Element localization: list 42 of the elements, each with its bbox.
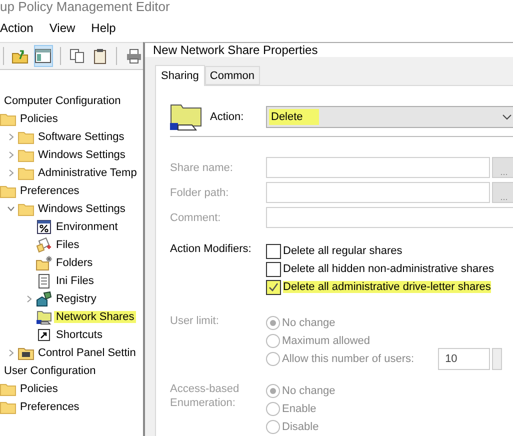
option-label: No change	[282, 385, 336, 397]
option-label: Maximum allowed	[282, 335, 370, 347]
group-label: Access-based Enumeration:	[170, 382, 240, 410]
tree-item[interactable]: Control Panel Settin	[36, 347, 138, 359]
tree-item[interactable]: User Configuration	[2, 365, 98, 377]
menu-item[interactable]: View	[49, 21, 76, 35]
tree-item[interactable]: Software Settings	[36, 131, 126, 143]
option-label: Allow this number of users:	[282, 353, 414, 365]
option-label: Enable	[282, 403, 316, 415]
tree-item[interactable]: Windows Settings	[36, 149, 128, 161]
dialog-title: New Network Share Properties	[153, 43, 318, 57]
window-title: up Policy Management Editor	[0, 0, 170, 14]
tree-item[interactable]: Preferences	[18, 185, 82, 197]
tree-item[interactable]: Windows Settings	[36, 203, 128, 215]
tree-item[interactable]: Files	[54, 239, 82, 251]
tree-item[interactable]: Administrative Temp	[36, 167, 139, 179]
tree-item[interactable]: Shortcuts	[54, 329, 104, 341]
group-label: User limit:	[170, 314, 220, 328]
tree-item[interactable]: Folders	[54, 257, 95, 269]
action-label: Action:	[210, 111, 245, 123]
field-label: Folder path:	[170, 186, 230, 200]
tree-item[interactable]: Policies	[18, 113, 60, 125]
menu-item[interactable]: Action	[0, 21, 34, 35]
tab[interactable]: Common	[204, 66, 260, 85]
tree-item[interactable]: Policies	[18, 383, 60, 395]
field-label: Comment:	[170, 210, 222, 224]
tab[interactable]: Sharing	[155, 65, 205, 86]
menu-item[interactable]: Help	[91, 21, 116, 35]
option-label: No change	[282, 317, 336, 329]
action-dropdown[interactable]: Delete	[266, 106, 513, 128]
option-label: Delete all administrative drive-letter shares	[283, 281, 491, 293]
option-label: Disable	[282, 421, 319, 433]
tree-item[interactable]: Computer Configuration	[2, 95, 123, 107]
field-label: Share name:	[170, 160, 234, 174]
tree-item[interactable]: Environment	[54, 221, 120, 233]
tree-item[interactable]: Registry	[54, 293, 98, 305]
tree-item[interactable]: Preferences	[18, 401, 82, 413]
tree-item[interactable]: Ini Files	[54, 275, 96, 287]
group-label: Action Modifiers:	[170, 242, 252, 256]
option-label: Delete all regular shares	[283, 245, 402, 257]
option-label: Delete all hidden non-administrative shares	[283, 263, 494, 275]
tree-item[interactable]: Network Shares	[54, 311, 136, 323]
